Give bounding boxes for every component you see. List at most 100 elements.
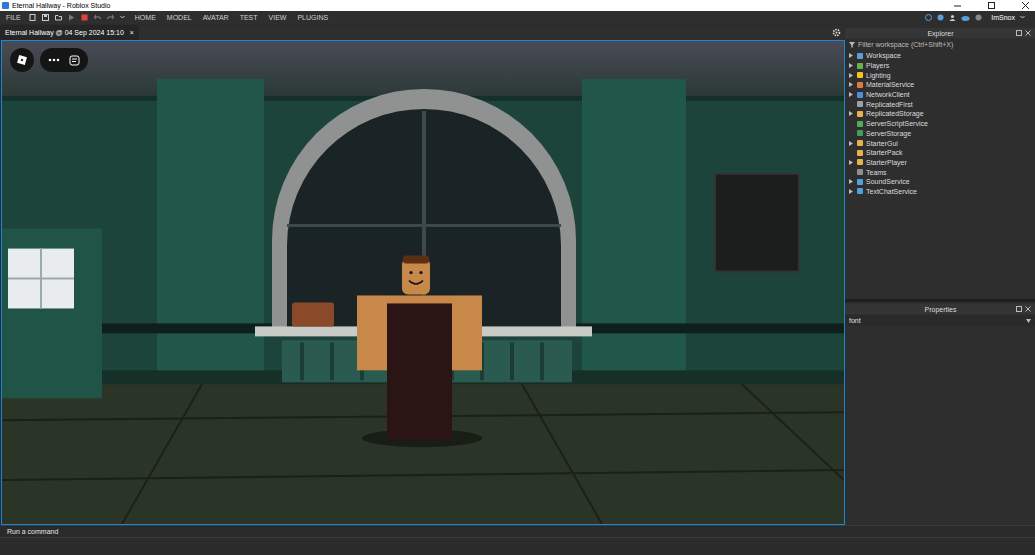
file-menu[interactable]: FILE bbox=[6, 14, 21, 21]
service-icon bbox=[857, 92, 863, 98]
game-viewport[interactable] bbox=[1, 40, 845, 525]
service-icon bbox=[857, 63, 863, 69]
expand-arrow-icon[interactable] bbox=[849, 141, 853, 146]
service-icon bbox=[857, 140, 863, 146]
dropdown-icon[interactable] bbox=[1026, 319, 1031, 323]
document-tab-bar: Eternal Hallway @ 04 Sep 2024 15:10× bbox=[0, 25, 845, 40]
user-icon[interactable] bbox=[975, 14, 982, 21]
new-file-icon[interactable] bbox=[29, 14, 36, 21]
expand-arrow-icon[interactable] bbox=[849, 92, 853, 97]
explorer-header: Explorer bbox=[845, 28, 1035, 38]
explorer-item[interactable]: Workspace bbox=[845, 51, 1035, 61]
close-panel-icon[interactable] bbox=[1025, 306, 1031, 312]
expand-arrow-icon[interactable] bbox=[849, 189, 853, 194]
explorer-item[interactable]: MaterialService bbox=[845, 80, 1035, 90]
editor-column: Eternal Hallway @ 04 Sep 2024 15:10× bbox=[0, 25, 845, 525]
play-icon[interactable] bbox=[68, 14, 75, 21]
tab-close-button[interactable]: × bbox=[130, 29, 134, 36]
minimize-icon[interactable] bbox=[954, 2, 961, 9]
explorer-item[interactable]: ServerScriptService bbox=[845, 119, 1035, 129]
expand-arrow-icon[interactable] bbox=[849, 63, 853, 68]
title-bar: Eternal Hallway - Roblox Studio bbox=[0, 0, 1035, 11]
popout-icon[interactable] bbox=[1016, 30, 1022, 36]
gear-icon[interactable] bbox=[832, 28, 841, 37]
service-icon bbox=[857, 188, 863, 194]
explorer-item[interactable]: ReplicatedFirst bbox=[845, 99, 1035, 109]
close-window-icon[interactable] bbox=[1022, 2, 1029, 9]
more-icon[interactable] bbox=[48, 58, 60, 62]
cloud-icon[interactable] bbox=[961, 14, 970, 21]
customize-icon[interactable] bbox=[120, 14, 125, 21]
ribbon-tab[interactable]: VIEW bbox=[269, 14, 287, 21]
service-icon bbox=[857, 150, 863, 156]
chat-icon[interactable] bbox=[69, 55, 80, 66]
service-icon bbox=[857, 82, 863, 88]
explorer-tree: WorkspacePlayersLightingMaterialServiceN… bbox=[845, 51, 1035, 196]
ribbon-tab[interactable]: HOME bbox=[135, 14, 156, 21]
explorer-item[interactable]: StarterPack bbox=[845, 148, 1035, 158]
stop-icon[interactable] bbox=[81, 14, 88, 21]
explorer-item[interactable]: SoundService bbox=[845, 177, 1035, 187]
main-area: Eternal Hallway @ 04 Sep 2024 15:10× Expl… bbox=[0, 24, 1035, 525]
folder-icon[interactable] bbox=[55, 14, 62, 21]
document-tab[interactable]: Eternal Hallway @ 04 Sep 2024 15:10× bbox=[0, 25, 139, 40]
expand-arrow-icon[interactable] bbox=[849, 160, 853, 165]
user-menu-icon[interactable] bbox=[1020, 14, 1025, 21]
team-create-icon[interactable] bbox=[949, 14, 956, 21]
ribbon-tab[interactable]: PLUGINS bbox=[297, 14, 328, 21]
user-name[interactable]: ImSnox bbox=[991, 14, 1015, 21]
explorer-item[interactable]: StarterGui bbox=[845, 138, 1035, 148]
explorer-item[interactable]: Teams bbox=[845, 167, 1035, 177]
filter-icon bbox=[849, 42, 855, 48]
expand-arrow-icon[interactable] bbox=[849, 73, 853, 78]
service-icon bbox=[857, 101, 863, 107]
ribbon-tab[interactable]: MODEL bbox=[167, 14, 192, 21]
sync-icon[interactable] bbox=[925, 14, 932, 21]
service-icon bbox=[857, 159, 863, 165]
properties-header: Properties bbox=[845, 304, 1035, 314]
close-panel-icon[interactable] bbox=[1025, 30, 1031, 36]
explorer-item[interactable]: TextChatService bbox=[845, 187, 1035, 197]
ribbon-tab[interactable]: AVATAR bbox=[203, 14, 229, 21]
toolbar: FILE HOME MODEL AVATAR TEST VIEW PLUGINS ImSnox bbox=[0, 11, 1035, 24]
service-icon bbox=[857, 179, 863, 185]
topbar-pill bbox=[40, 48, 88, 72]
window-title: Eternal Hallway - Roblox Studio bbox=[12, 2, 110, 9]
studio-window: Eternal Hallway - Roblox Studio FILE HOME M… bbox=[0, 0, 1035, 555]
redo-icon[interactable] bbox=[107, 14, 114, 21]
properties-title: Properties bbox=[925, 306, 957, 313]
right-panels: Explorer Filter workspace (Ctrl+Shift+X)W… bbox=[845, 25, 1035, 525]
share-icon[interactable] bbox=[937, 14, 944, 21]
undo-icon[interactable] bbox=[94, 14, 101, 21]
roblox-menu-button[interactable] bbox=[10, 48, 34, 72]
ribbon-tab[interactable]: TEST bbox=[240, 14, 258, 21]
service-icon bbox=[857, 130, 863, 136]
save-icon[interactable] bbox=[42, 14, 49, 21]
service-icon bbox=[857, 53, 863, 59]
expand-arrow-icon[interactable] bbox=[849, 82, 853, 87]
explorer-panel: Explorer Filter workspace (Ctrl+Shift+X)W… bbox=[845, 25, 1035, 299]
maximize-icon[interactable] bbox=[988, 2, 995, 9]
explorer-item[interactable]: ServerStorage bbox=[845, 129, 1035, 139]
service-icon bbox=[857, 72, 863, 78]
properties-panel: Properties font bbox=[845, 302, 1035, 525]
explorer-filter[interactable]: Filter workspace (Ctrl+Shift+X) bbox=[845, 39, 1035, 50]
explorer-item[interactable]: NetworkClient bbox=[845, 90, 1035, 100]
expand-arrow-icon[interactable] bbox=[849, 111, 853, 116]
explorer-item[interactable]: Lighting bbox=[845, 70, 1035, 80]
panel-divider bbox=[845, 299, 1035, 302]
expand-arrow-icon[interactable] bbox=[849, 179, 853, 184]
explorer-item[interactable]: Players bbox=[845, 61, 1035, 71]
service-icon bbox=[857, 169, 863, 175]
popout-icon[interactable] bbox=[1016, 306, 1022, 312]
explorer-item[interactable]: StarterPlayer bbox=[845, 158, 1035, 168]
game-viewport-scene bbox=[2, 41, 844, 524]
roblox-logo-icon bbox=[16, 54, 28, 66]
expand-arrow-icon[interactable] bbox=[849, 53, 853, 58]
bottom-strip bbox=[0, 537, 1035, 555]
explorer-item[interactable]: ReplicatedStorage bbox=[845, 109, 1035, 119]
studio-logo-icon bbox=[2, 2, 9, 9]
explorer-title: Explorer bbox=[927, 30, 953, 37]
command-bar[interactable]: Run a command bbox=[0, 525, 1035, 537]
properties-filter[interactable]: font bbox=[845, 315, 1035, 326]
